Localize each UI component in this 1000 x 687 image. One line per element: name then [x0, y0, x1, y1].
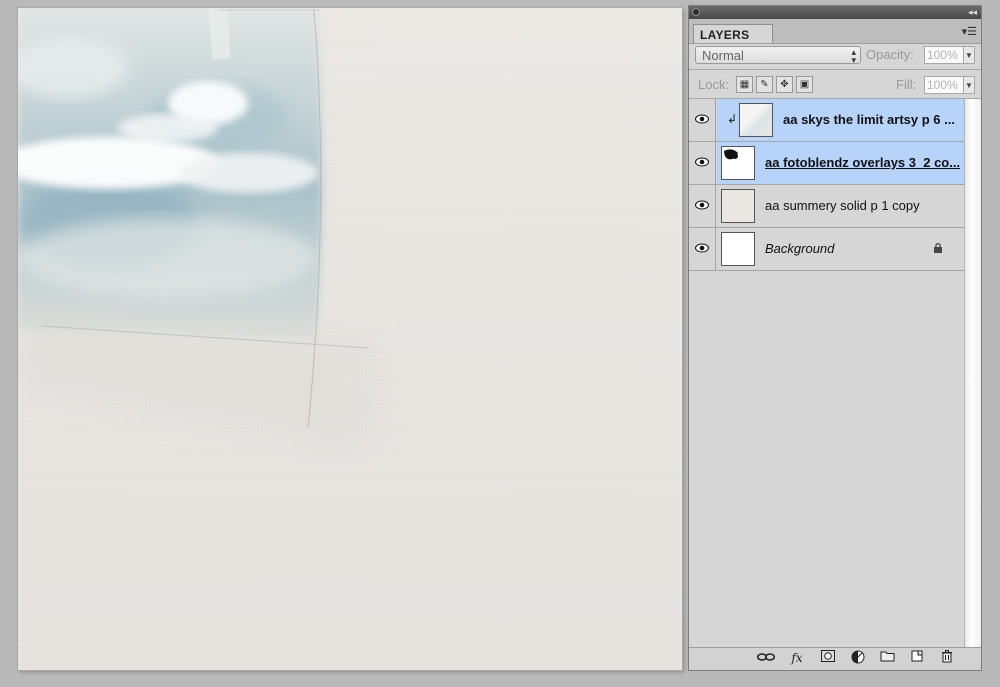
fill-input[interactable]: 100%	[924, 76, 964, 94]
eye-icon	[695, 243, 709, 253]
opacity-label: Opacity:	[866, 47, 914, 62]
layer-thumbnail	[721, 232, 755, 266]
blend-opacity-row: Normal ▴ ▾ Opacity: 100% ▼	[689, 44, 981, 68]
eye-icon	[695, 114, 709, 124]
lock-label: Lock:	[698, 77, 730, 92]
visibility-toggle[interactable]	[689, 99, 716, 141]
fill-dropdown-icon[interactable]: ▼	[964, 76, 975, 94]
blend-mode-select[interactable]: Normal ▴ ▾	[695, 46, 861, 65]
collapse-panel-icon[interactable]: ◂◂	[968, 7, 977, 18]
layer-body[interactable]: aa fotoblendz overlays 3_2 co...	[717, 142, 965, 184]
panel-titlebar[interactable]: ◂◂	[689, 6, 981, 19]
panel-footer: fx	[689, 647, 981, 670]
opacity-dropdown-icon[interactable]: ▼	[964, 46, 975, 64]
layers-scrollbar[interactable]	[964, 99, 981, 648]
adjustment-layer-icon[interactable]	[847, 650, 869, 666]
sky-artwork	[18, 8, 378, 451]
visibility-toggle[interactable]	[689, 185, 716, 227]
fill-label: Fill:	[896, 77, 917, 92]
eye-icon	[695, 157, 709, 167]
visibility-toggle[interactable]	[689, 228, 716, 270]
layer-body[interactable]: aa summery solid p 1 copy	[717, 185, 965, 227]
layer-body[interactable]: ↲ aa skys the limit artsy p 6 ...	[717, 99, 965, 141]
layers-panel: ◂◂ LAYERS ▾☰ Normal ▴ ▾ Opacity: 100% ▼ L…	[688, 5, 982, 671]
layer-row-summery[interactable]: aa summery solid p 1 copy	[689, 185, 965, 228]
layer-name: Background	[765, 241, 835, 256]
trash-icon[interactable]	[936, 650, 958, 666]
layer-name: aa skys the limit artsy p 6 ...	[783, 112, 955, 127]
layer-list: ↲ aa skys the limit artsy p 6 ... aa fot…	[689, 99, 965, 648]
select-arrows-icon: ▴ ▾	[851, 47, 856, 65]
layer-body[interactable]: Background	[717, 228, 965, 270]
lock-position-icon[interactable]: ✥	[776, 76, 793, 93]
tab-layers[interactable]: LAYERS	[693, 24, 773, 43]
layer-thumbnail	[721, 146, 755, 180]
document-canvas[interactable]	[18, 8, 682, 670]
blend-mode-value: Normal	[702, 48, 744, 63]
lock-icon	[934, 242, 942, 253]
overlay-thumbnail-art	[724, 149, 738, 160]
panel-menu-icon[interactable]: ▾☰	[962, 25, 977, 38]
clipping-mask-icon: ↲	[727, 112, 738, 126]
close-panel-icon[interactable]	[692, 8, 700, 16]
layer-row-skys[interactable]: ↲ aa skys the limit artsy p 6 ...	[689, 99, 965, 142]
lock-all-icon[interactable]: ▣	[796, 76, 813, 93]
layer-name: aa summery solid p 1 copy	[765, 198, 920, 213]
lock-transparent-pixels-icon[interactable]: ▦	[736, 76, 753, 93]
add-mask-icon[interactable]	[817, 650, 839, 666]
layer-row-fotoblendz[interactable]: aa fotoblendz overlays 3_2 co...	[689, 142, 965, 185]
divider	[689, 69, 981, 70]
panel-tab-row: LAYERS ▾☰	[689, 19, 981, 44]
opacity-input[interactable]: 100%	[924, 46, 964, 64]
link-layers-icon[interactable]	[755, 650, 777, 666]
visibility-toggle[interactable]	[689, 142, 716, 184]
fx-icon[interactable]: fx	[786, 650, 808, 666]
layer-thumbnail	[721, 189, 755, 223]
layer-thumbnail	[739, 103, 773, 137]
lock-fill-row: Lock: ▦ ✎ ✥ ▣ Fill: 100% ▼	[689, 74, 981, 96]
new-layer-icon[interactable]	[906, 650, 928, 666]
group-folder-icon[interactable]	[876, 650, 898, 666]
eye-icon	[695, 200, 709, 210]
layer-name: aa fotoblendz overlays 3_2 co...	[765, 155, 961, 170]
lock-image-pixels-icon[interactable]: ✎	[756, 76, 773, 93]
layer-row-background[interactable]: Background	[689, 228, 965, 271]
